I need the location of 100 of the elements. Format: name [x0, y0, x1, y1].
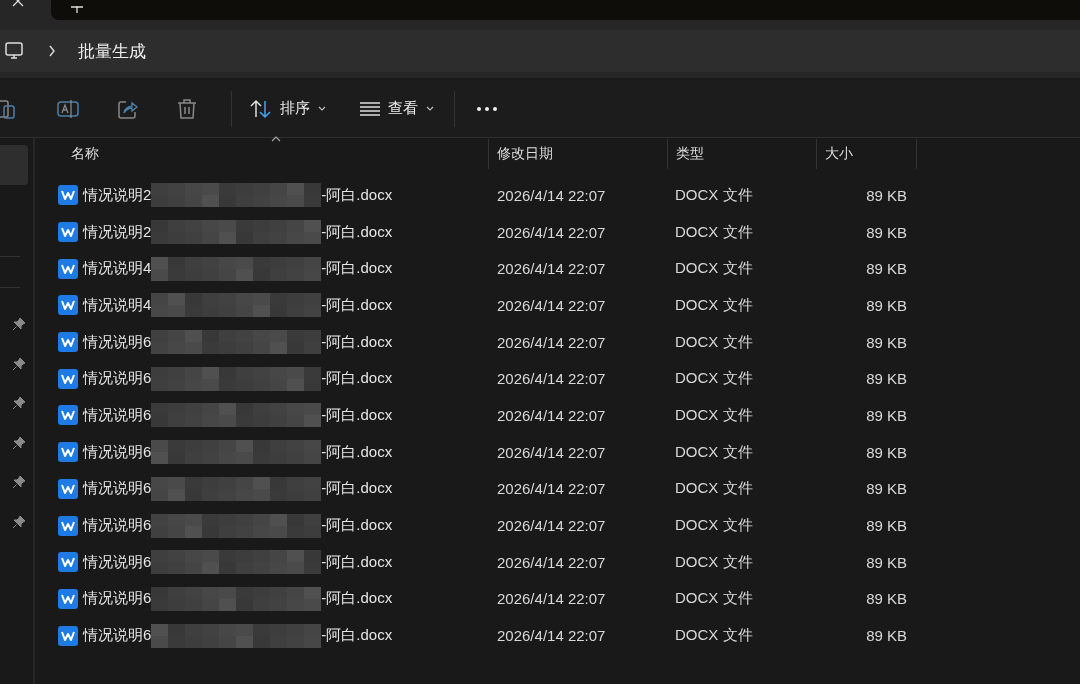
file-name-suffix: -阿白.docx [321, 589, 393, 609]
caret-icon [426, 106, 434, 111]
breadcrumb[interactable]: 批量生成 [78, 39, 146, 63]
document-icon [58, 515, 78, 536]
pin-icon[interactable] [12, 356, 26, 371]
document-icon [58, 552, 78, 573]
paste-icon[interactable] [0, 97, 18, 120]
file-name-suffix: -阿白.docx [321, 222, 393, 242]
pin-icon[interactable] [12, 435, 26, 450]
file-name-suffix: -阿白.docx [321, 405, 393, 425]
file-size: 89 KB [866, 186, 907, 204]
file-size: 89 KB [866, 590, 907, 608]
modified-date: 2026/4/14 22:07 [497, 480, 606, 498]
file-name[interactable]: 情况说明6 [83, 589, 152, 609]
document-icon [58, 222, 78, 243]
file-size: 89 KB [866, 370, 907, 388]
document-icon [58, 478, 78, 499]
caret-icon [318, 106, 326, 111]
file-name[interactable]: 情况说明6 [83, 332, 152, 352]
file-size: 89 KB [866, 406, 907, 424]
pin-icon[interactable] [12, 475, 26, 489]
document-icon [58, 332, 78, 353]
modified-date: 2026/4/14 22:07 [497, 590, 606, 608]
file-name-suffix: -阿白.docx [321, 332, 393, 352]
file-size: 89 KB [866, 333, 907, 351]
file-type: DOCX 文件 [675, 369, 753, 389]
file-name-suffix: -阿白.docx [321, 516, 393, 536]
file-name[interactable]: 情况说明2 [83, 185, 152, 205]
modified-date: 2026/4/14 22:07 [497, 333, 606, 351]
file-name-suffix: -阿白.docx [321, 369, 393, 389]
file-name[interactable]: 情况说明4 [83, 295, 152, 315]
file-name[interactable]: 情况说明6 [83, 516, 152, 536]
modified-date: 2026/4/14 22:07 [497, 553, 606, 571]
file-size: 89 KB [866, 517, 907, 535]
pin-icon[interactable] [12, 396, 26, 410]
file-name-suffix: -阿白.docx [321, 442, 393, 462]
file-name[interactable]: 情况说明4 [83, 259, 152, 279]
modified-date: 2026/4/14 22:07 [497, 186, 606, 204]
file-size: 89 KB [866, 443, 907, 461]
file-size: 89 KB [866, 553, 907, 571]
document-icon [58, 625, 78, 646]
document-icon [58, 185, 78, 206]
column-header[interactable]: 修改日期 [497, 145, 553, 163]
modified-date: 2026/4/14 22:07 [497, 370, 606, 388]
document-icon [58, 295, 78, 316]
modified-date: 2026/4/14 22:07 [497, 260, 606, 278]
file-name-suffix: -阿白.docx [321, 552, 393, 572]
file-name[interactable]: 情况说明6 [83, 405, 152, 425]
file-name-suffix: -阿白.docx [321, 295, 393, 315]
rename-icon[interactable] [57, 97, 79, 120]
document-icon [58, 368, 78, 389]
file-type: DOCX 文件 [675, 626, 753, 646]
modified-date: 2026/4/14 22:07 [497, 627, 606, 645]
sort-arrows-icon [250, 98, 272, 119]
file-type: DOCX 文件 [675, 589, 753, 609]
file-size: 89 KB [866, 480, 907, 498]
file-name[interactable]: 情况说明6 [83, 626, 152, 646]
file-type: DOCX 文件 [675, 332, 753, 352]
modified-date: 2026/4/14 22:07 [497, 517, 606, 535]
modified-date: 2026/4/14 22:07 [497, 406, 606, 424]
sort-button[interactable]: 排序 [240, 92, 336, 125]
lines-icon [360, 101, 380, 116]
modified-date: 2026/4/14 22:07 [497, 223, 606, 241]
plus-icon[interactable] [71, 6, 83, 14]
file-size: 89 KB [866, 627, 907, 645]
file-type: DOCX 文件 [675, 259, 753, 279]
column-header[interactable]: 类型 [676, 145, 704, 163]
file-size: 89 KB [866, 223, 907, 241]
file-type: DOCX 文件 [675, 552, 753, 572]
document-icon [58, 405, 78, 426]
monitor-icon [4, 41, 24, 61]
document-icon [58, 258, 78, 279]
document-icon [58, 442, 78, 463]
document-icon [58, 588, 78, 609]
file-type: DOCX 文件 [675, 185, 753, 205]
file-name[interactable]: 情况说明6 [83, 479, 152, 499]
column-header[interactable]: 名称 [71, 145, 99, 163]
file-type: DOCX 文件 [675, 405, 753, 425]
chevron-right-icon [48, 45, 56, 57]
file-type: DOCX 文件 [675, 295, 753, 315]
pin-icon[interactable] [12, 514, 26, 529]
file-name[interactable]: 情况说明6 [83, 369, 152, 389]
file-size: 89 KB [866, 260, 907, 278]
file-name[interactable]: 情况说明6 [83, 442, 152, 462]
file-type: DOCX 文件 [675, 479, 753, 499]
delete-icon[interactable] [177, 97, 197, 120]
file-name-suffix: -阿白.docx [321, 259, 393, 279]
address-bar[interactable]: 批量生成 [0, 30, 1080, 72]
file-name-suffix: -阿白.docx [321, 626, 393, 646]
file-name-suffix: -阿白.docx [321, 185, 393, 205]
view-button[interactable]: 查看 [350, 93, 444, 124]
file-name[interactable]: 情况说明6 [83, 552, 152, 572]
pin-icon[interactable] [12, 317, 26, 331]
more-icon[interactable] [477, 106, 497, 111]
file-type: DOCX 文件 [675, 222, 753, 242]
modified-date: 2026/4/14 22:07 [497, 443, 606, 461]
file-type: DOCX 文件 [675, 442, 753, 462]
file-name[interactable]: 情况说明2 [83, 222, 152, 242]
column-header[interactable]: 大小 [825, 145, 853, 163]
file-type: DOCX 文件 [675, 516, 753, 536]
